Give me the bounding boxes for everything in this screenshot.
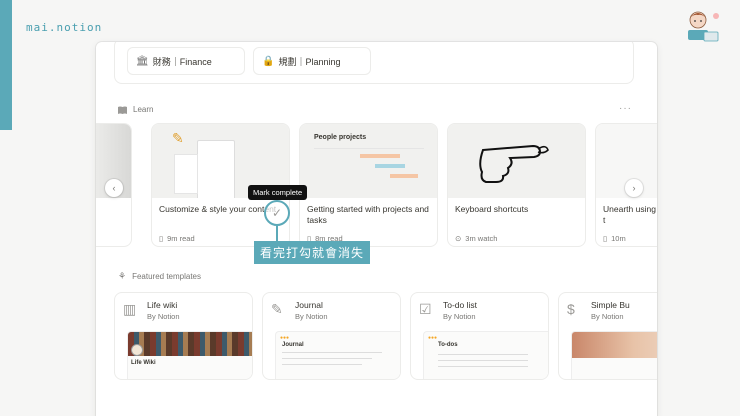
template-preview: ●●● Journal <box>275 331 400 379</box>
book-icon: ▯ <box>159 234 164 243</box>
chip-finance[interactable]: 🏛 財務｜Finance <box>127 47 245 75</box>
chip-planning[interactable]: 🔒 規劃｜Planning <box>253 47 371 75</box>
template-name: To-do list <box>443 300 478 310</box>
top-category-box: 🏛 財務｜Finance 🔒 規劃｜Planning <box>114 42 634 84</box>
preview-title: Life Wiki <box>131 360 156 366</box>
chevron-right-icon: › <box>632 183 636 193</box>
callout-pointer <box>276 226 278 242</box>
thumb-heading: People projects <box>314 134 367 141</box>
template-card-simple-budget[interactable]: $ Simple Bu By Notion <box>558 292 657 380</box>
templates-icon: ⚘ <box>118 271 127 281</box>
template-name: Life wiki <box>147 300 178 310</box>
preview-title: To-dos <box>438 342 458 348</box>
template-author: By Notion <box>295 312 328 321</box>
card-meta-text: 10m <box>611 234 626 243</box>
play-icon: ⊙ <box>455 234 462 243</box>
bank-icon: 🏛 <box>136 55 149 67</box>
left-accent-strip <box>0 0 12 130</box>
template-name: Simple Bu <box>591 300 630 310</box>
money-icon: $ <box>567 301 575 317</box>
carousel-prev-button[interactable]: ‹ <box>105 179 123 197</box>
template-preview: Life Wiki <box>127 331 252 379</box>
book-icon <box>118 106 127 114</box>
featured-heading-text: Featured templates <box>132 272 202 281</box>
pencil-square-icon: ✎ <box>271 301 283 317</box>
learn-card-getting-started[interactable]: People projects Getting started with pro… <box>299 123 438 247</box>
template-preview: ●●● To-dos <box>423 331 548 379</box>
learn-heading-text: Learn <box>133 105 154 114</box>
template-author: By Notion <box>591 312 624 321</box>
template-author: By Notion <box>443 312 476 321</box>
mark-complete-button[interactable]: ✓ <box>264 200 290 226</box>
preview-title: Journal <box>282 342 304 348</box>
card-thumbnail: People projects <box>300 124 437 198</box>
learn-card-keyboard-shortcuts[interactable]: Keyboard shortcuts ⊙ 3m watch <box>447 123 586 247</box>
card-title: Unearth using t <box>603 204 656 225</box>
chip-label: 財務｜Finance <box>152 56 212 67</box>
pointing-hand-icon <box>479 144 549 183</box>
card-meta-text: 9m read <box>167 234 195 243</box>
more-options-button[interactable]: ··· <box>619 103 632 114</box>
book-open-icon: ▥ <box>123 301 137 317</box>
check-circle-icon: ✓ <box>271 206 283 220</box>
card-meta-text: 3m watch <box>465 234 498 243</box>
template-author: By Notion <box>147 312 180 321</box>
carousel-next-button[interactable]: › <box>625 179 643 197</box>
checkbox-icon: ☑ <box>419 301 432 317</box>
chevron-left-icon: ‹ <box>112 183 116 193</box>
annotation-callout: 看完打勾就會消失 <box>254 241 371 264</box>
template-preview <box>571 331 657 379</box>
book-icon: ▯ <box>603 234 608 243</box>
suitcase-icon: 🔒 <box>262 55 275 67</box>
card-meta: ▯ 9m read <box>159 234 195 243</box>
card-meta: ▯ 10m <box>603 234 626 243</box>
mascot-illustration-icon <box>688 11 719 42</box>
mark-complete-tooltip: Mark complete <box>248 185 308 200</box>
main-panel: 🏛 財務｜Finance 🔒 規劃｜Planning Learn ··· ✎ C… <box>96 42 657 416</box>
template-name: Journal <box>295 300 323 310</box>
card-meta: ⊙ 3m watch <box>455 234 497 243</box>
template-card-journal[interactable]: ✎ Journal By Notion ●●● Journal <box>262 292 401 380</box>
brand-logo: mai.notion <box>26 21 103 34</box>
card-title: Getting started with projects and tasks <box>307 204 429 225</box>
pencil-icon: ✎ <box>172 130 184 146</box>
card-thumbnail <box>448 124 585 198</box>
card-title: Keyboard shortcuts <box>455 204 529 214</box>
learn-heading: Learn <box>118 105 153 114</box>
template-card-life-wiki[interactable]: ▥ Life wiki By Notion Life Wiki <box>114 292 253 380</box>
featured-heading: ⚘ Featured templates <box>118 271 201 282</box>
chip-label: 規劃｜Planning <box>278 56 341 67</box>
template-card-todo-list[interactable]: ☑ To-do list By Notion ●●● To-dos <box>410 292 549 380</box>
